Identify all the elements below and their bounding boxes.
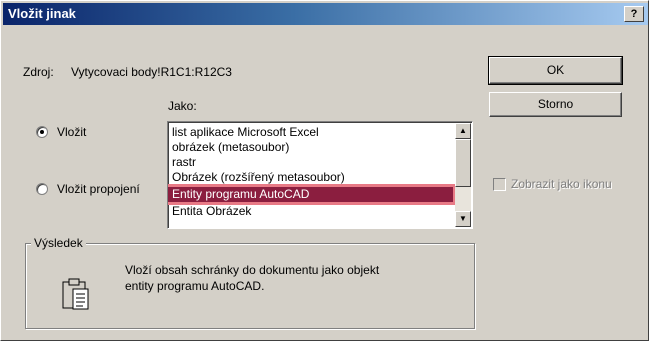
result-title: Výsledek <box>31 236 86 250</box>
paste-special-dialog: Vložit jinak ? Zdroj: Vytycovaci body!R1… <box>0 0 649 341</box>
title-bar[interactable]: Vložit jinak ? <box>3 3 648 25</box>
help-button[interactable]: ? <box>624 6 644 22</box>
list-item[interactable]: Entita Obrázek <box>172 204 251 219</box>
clipboard-icon <box>62 278 89 310</box>
result-text-line2: entity programu AutoCAD. <box>125 279 265 293</box>
as-label: Jako: <box>168 99 197 113</box>
display-as-icon-checkbox[interactable] <box>493 178 506 191</box>
list-item[interactable]: rastr <box>172 155 196 170</box>
paste-radio-label[interactable]: Vložit <box>57 125 86 139</box>
ok-button[interactable]: OK <box>488 56 623 85</box>
paste-radio[interactable] <box>36 126 48 138</box>
radio-dot <box>40 130 44 134</box>
scroll-thumb[interactable] <box>455 139 471 187</box>
format-listbox[interactable]: list aplikace Microsoft Excel obrázek (m… <box>167 121 473 229</box>
result-text-line1: Vloží obsah schránky do dokumentu jako o… <box>125 263 380 277</box>
scroll-up-arrow-icon[interactable]: ▲ <box>455 123 471 139</box>
list-item-selected[interactable]: Entity programu AutoCAD <box>168 184 456 205</box>
display-as-icon-label[interactable]: Zobrazit jako ikonu <box>511 177 612 191</box>
paste-link-radio-label[interactable]: Vložit propojení <box>57 182 140 196</box>
list-item[interactable]: obrázek (metasoubor) <box>172 140 289 155</box>
paste-link-radio[interactable] <box>36 183 48 195</box>
window-title: Vložit jinak <box>8 6 76 21</box>
list-scrollbar[interactable]: ▲ ▼ <box>455 123 471 227</box>
list-item[interactable]: list aplikace Microsoft Excel <box>172 125 319 140</box>
source-value: Vytycovaci body!R1C1:R12C3 <box>71 65 232 79</box>
scroll-down-arrow-icon[interactable]: ▼ <box>455 211 471 227</box>
source-label: Zdroj: <box>23 65 54 79</box>
list-item[interactable]: Obrázek (rozšířený metasoubor) <box>172 170 345 185</box>
cancel-button[interactable]: Storno <box>489 92 622 117</box>
